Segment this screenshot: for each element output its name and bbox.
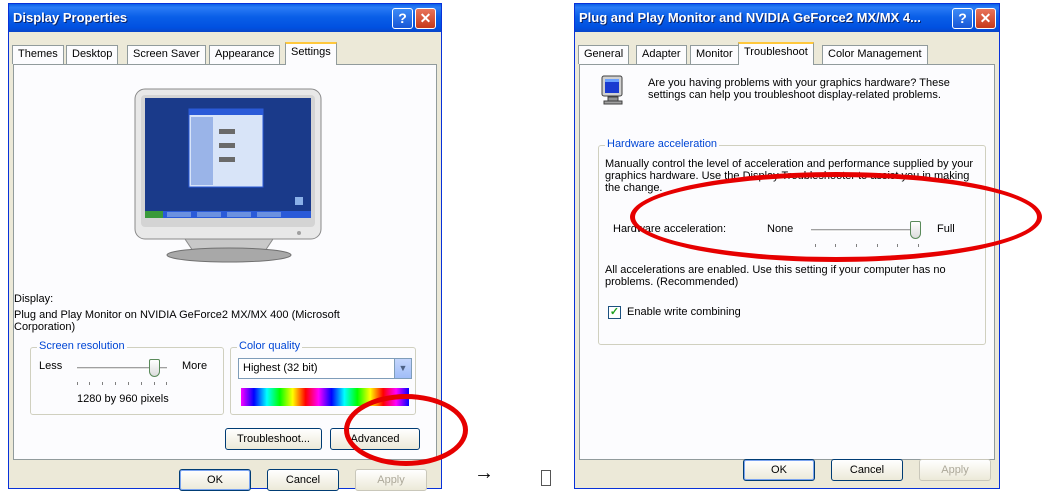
tab-strip: General Adapter Monitor Troubleshoot Col…	[575, 42, 999, 65]
troubleshoot-button[interactable]: Troubleshoot...	[225, 428, 322, 450]
color-quality-group: Color quality Highest (32 bit) ▼	[230, 340, 416, 415]
window-title: Plug and Play Monitor and NVIDIA GeForce…	[579, 10, 921, 25]
screen-resolution-legend: Screen resolution	[37, 340, 127, 352]
acceleration-slider-track[interactable]	[811, 229, 921, 232]
acceleration-none-label: None	[767, 223, 794, 235]
intro-text: Are you having problems with your graphi…	[648, 77, 950, 101]
troubleshoot-panel: Are you having problems with your graphi…	[579, 64, 995, 460]
acceleration-slider-thumb[interactable]	[910, 221, 921, 239]
close-button[interactable]: ✕	[975, 8, 996, 29]
ok-button[interactable]: OK	[743, 459, 815, 481]
tab-appearance[interactable]: Appearance	[209, 45, 281, 64]
tab-themes[interactable]: Themes	[12, 45, 64, 64]
close-button[interactable]: ✕	[415, 8, 436, 29]
acceleration-status: All accelerations are enabled. Use this …	[605, 264, 946, 288]
color-quality-select[interactable]: Highest (32 bit) ▼	[238, 358, 412, 379]
tab-settings[interactable]: Settings	[285, 42, 337, 65]
tab-desktop[interactable]: Desktop	[66, 45, 119, 64]
resolution-slider-ticks	[77, 382, 167, 386]
title-bar[interactable]: Plug and Play Monitor and NVIDIA GeForce…	[575, 4, 999, 32]
display-device-name: Plug and Play Monitor on NVIDIA GeForce2…	[14, 309, 340, 333]
chevron-down-icon[interactable]: ▼	[394, 359, 411, 378]
cancel-button[interactable]: Cancel	[267, 469, 339, 491]
resolution-less-label: Less	[39, 360, 63, 372]
cancel-button[interactable]: Cancel	[831, 459, 903, 481]
settings-panel: Display: Plug and Play Monitor on NVIDIA…	[13, 64, 437, 460]
window-title: Display Properties	[13, 10, 128, 25]
ok-button[interactable]: OK	[179, 469, 251, 491]
placeholder-box	[541, 470, 551, 486]
advanced-button[interactable]: Advanced	[330, 428, 420, 450]
help-button[interactable]: ?	[952, 8, 973, 29]
title-bar[interactable]: Display Properties ? ✕	[9, 4, 441, 32]
help-button[interactable]: ?	[392, 8, 413, 29]
tab-strip: Themes Desktop Screen Saver Appearance S…	[9, 42, 441, 65]
resolution-slider-thumb[interactable]	[149, 359, 161, 377]
apply-button[interactable]: Apply	[919, 459, 991, 481]
acceleration-full-label: Full	[937, 223, 955, 235]
write-combining-checkbox[interactable]: ✓	[608, 306, 621, 319]
hardware-acceleration-group: Hardware acceleration Manually control t…	[598, 138, 986, 345]
monitor-properties-window: Plug and Play Monitor and NVIDIA GeForce…	[574, 3, 1000, 489]
tab-adapter[interactable]: Adapter	[636, 45, 687, 64]
resolution-more-label: More	[182, 360, 208, 372]
tab-screen-saver[interactable]: Screen Saver	[127, 45, 206, 64]
color-quality-value: Highest (32 bit)	[243, 362, 318, 374]
acceleration-slider-ticks	[815, 244, 919, 248]
apply-button[interactable]: Apply	[355, 469, 427, 491]
write-combining-label[interactable]: Enable write combining	[627, 306, 741, 318]
screen-resolution-group: Screen resolution Less More 1280 by 960 …	[30, 340, 224, 415]
tab-monitor[interactable]: Monitor	[690, 45, 739, 64]
monitor-icon	[601, 75, 623, 105]
color-quality-legend: Color quality	[237, 340, 303, 352]
resolution-value: 1280 by 960 pixels	[77, 393, 169, 405]
tab-color-management[interactable]: Color Management	[822, 45, 928, 64]
color-spectrum-bar	[241, 388, 409, 406]
arrow-symbol: →	[474, 462, 494, 484]
acceleration-description: Manually control the level of accelerati…	[605, 158, 974, 194]
checkmark-icon: ✓	[609, 306, 620, 318]
tab-general[interactable]: General	[578, 45, 630, 64]
display-label: Display:	[14, 293, 54, 305]
tab-troubleshoot[interactable]: Troubleshoot	[738, 42, 814, 65]
monitor-preview	[134, 88, 322, 263]
acceleration-slider-label: Hardware acceleration:	[613, 223, 727, 235]
display-properties-window: Display Properties ? ✕ Themes Desktop Sc…	[8, 3, 442, 491]
hardware-acceleration-legend: Hardware acceleration	[605, 138, 720, 150]
